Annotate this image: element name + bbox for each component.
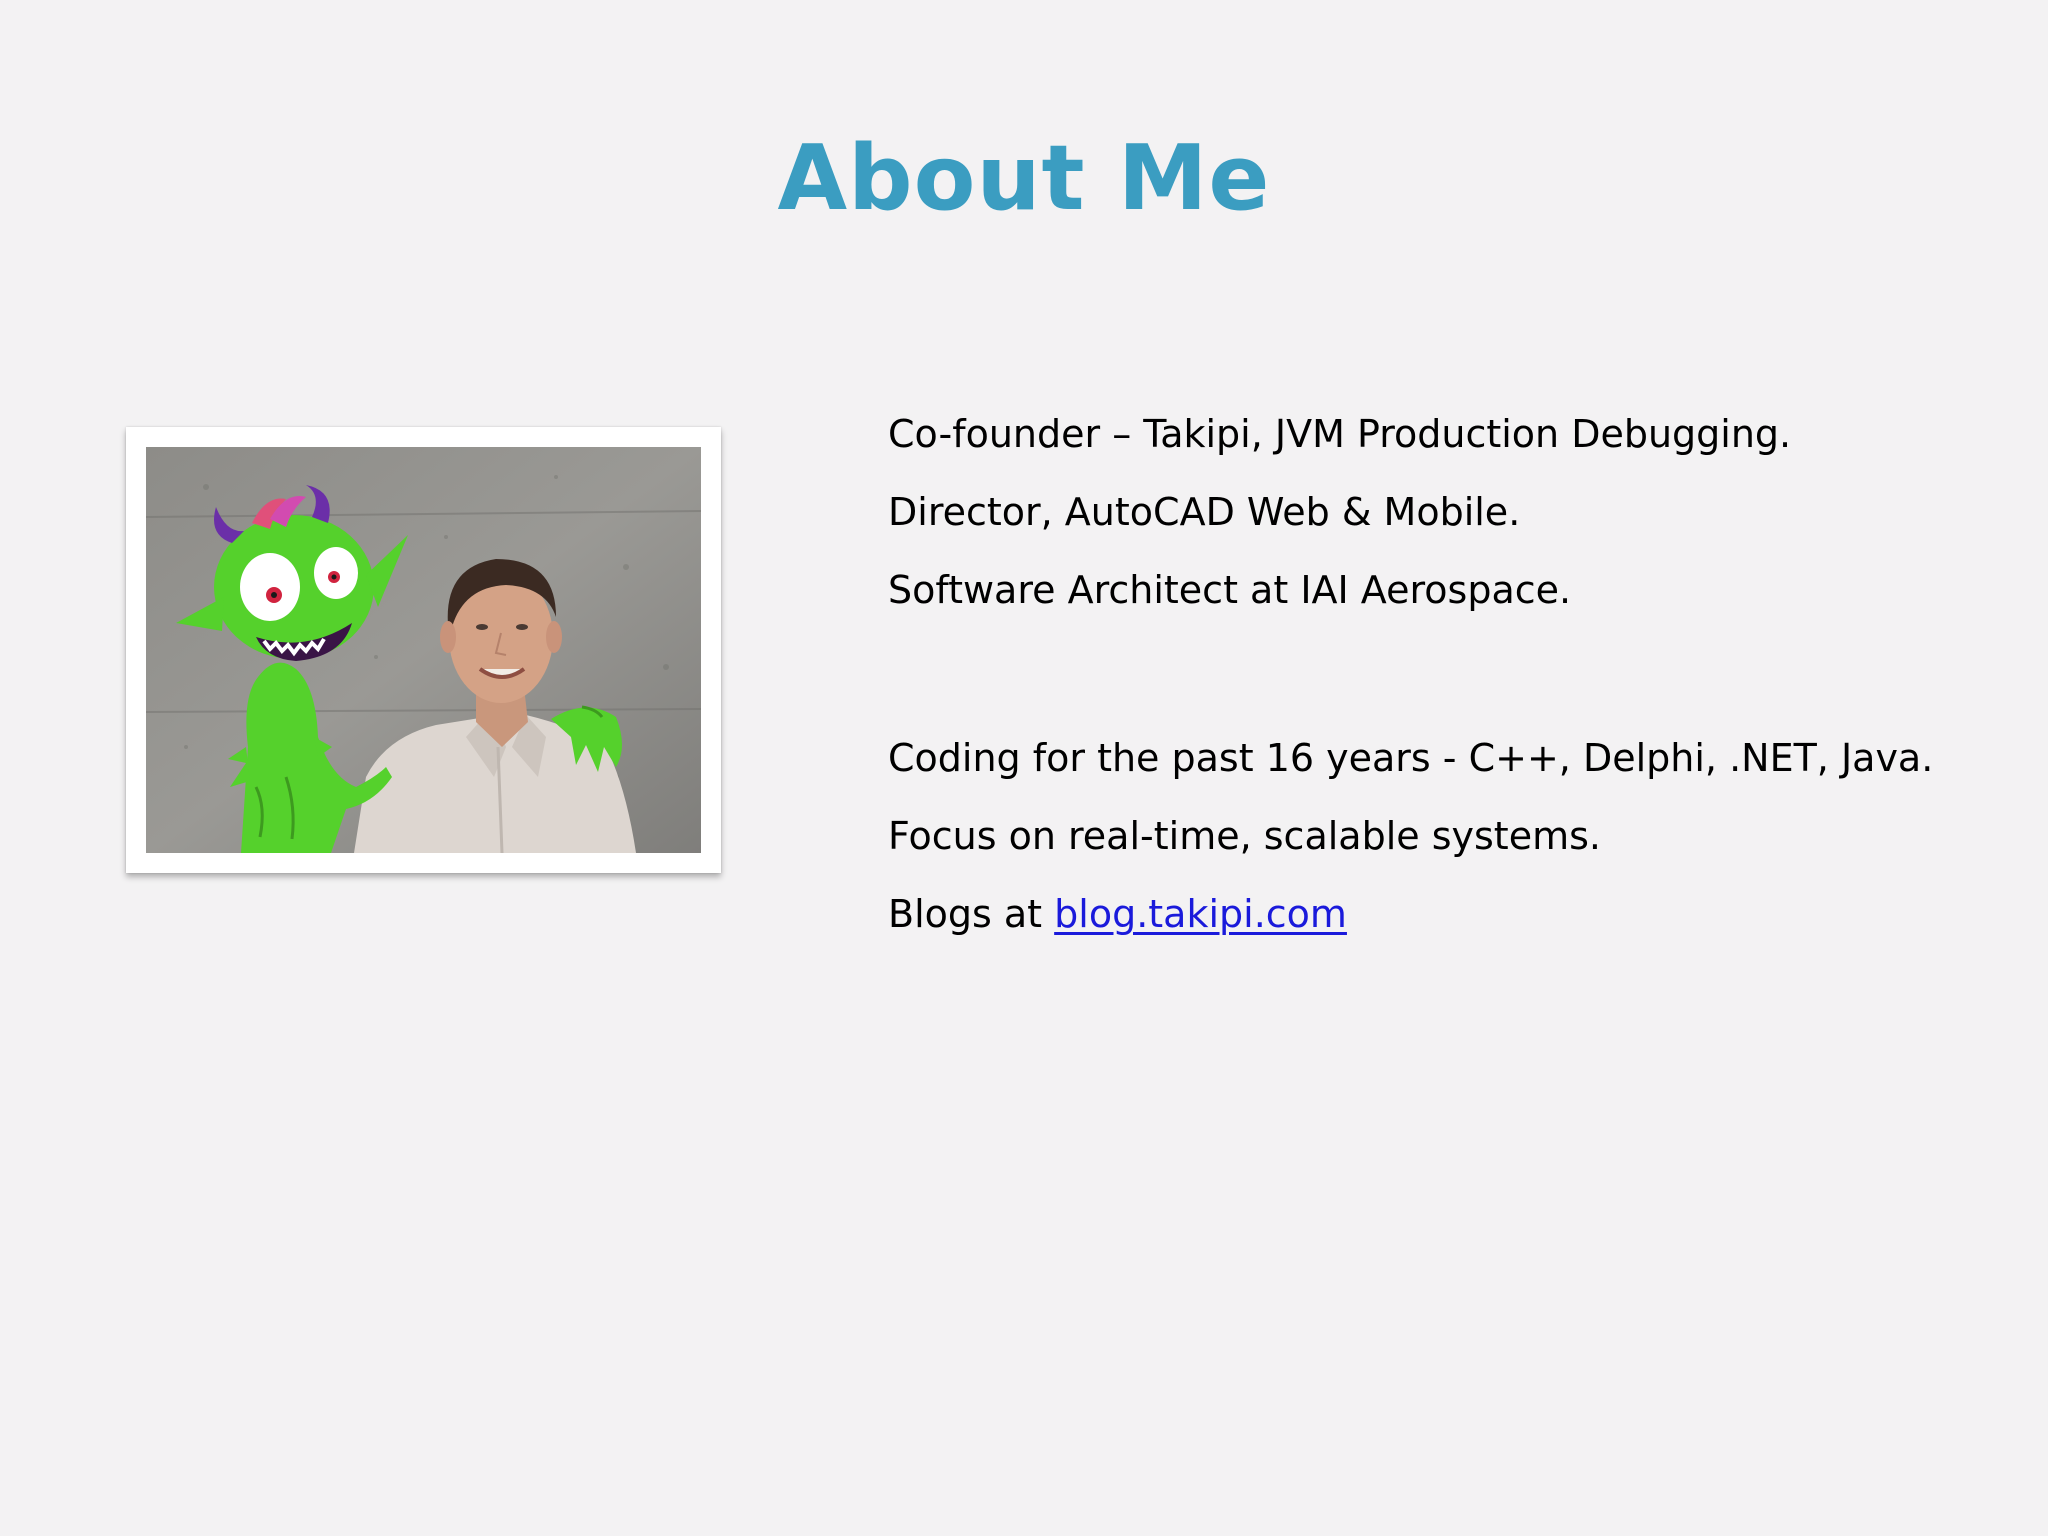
bio-line-blog: Blogs at blog.takipi.com [888, 885, 1347, 943]
slide: About Me Co-founder – Takipi, JVM Produc… [0, 0, 2048, 1536]
blog-link[interactable]: blog.takipi.com [1054, 892, 1347, 936]
photo-frame [126, 427, 721, 873]
bio-line-director: Director, AutoCAD Web & Mobile. [888, 490, 1521, 534]
bio-line-cofounder: Co-founder – Takipi, JVM Production Debu… [888, 412, 1792, 456]
bio-line-coding: Coding for the past 16 years - C++, Delp… [888, 736, 1934, 780]
bio-line-focus: Focus on real-time, scalable systems. [888, 814, 1601, 858]
blog-prefix: Blogs at [888, 892, 1043, 936]
slide-title: About Me [777, 126, 1271, 231]
bio-line-architect: Software Architect at IAI Aerospace. [888, 568, 1572, 612]
profile-photo [146, 447, 701, 853]
